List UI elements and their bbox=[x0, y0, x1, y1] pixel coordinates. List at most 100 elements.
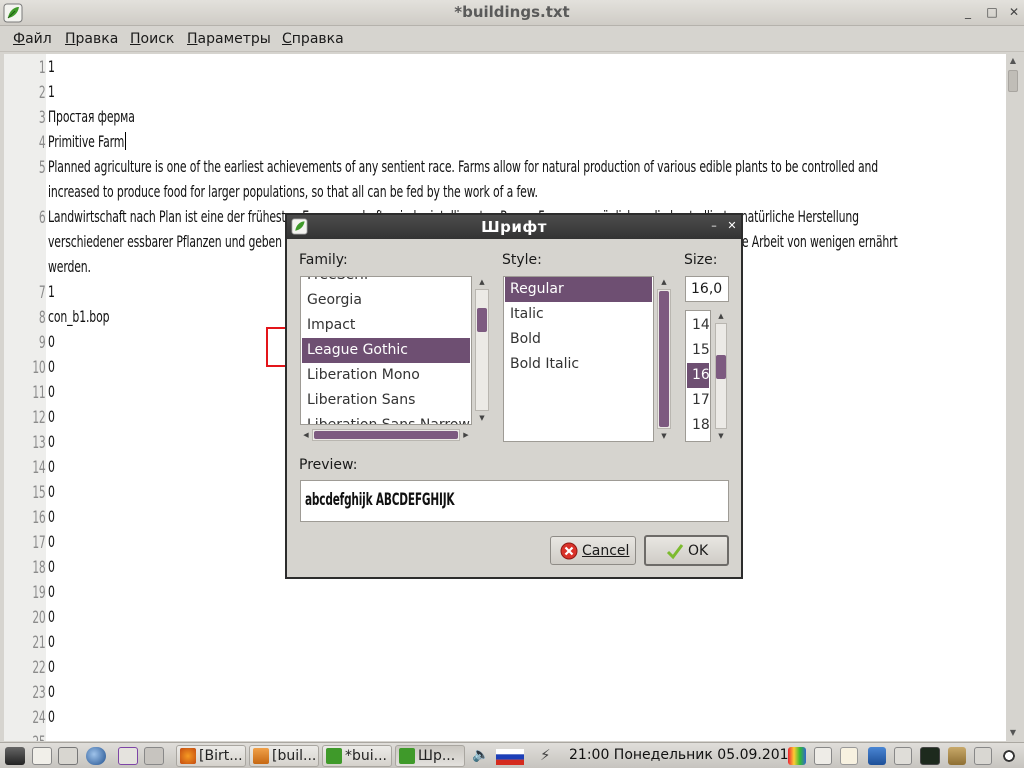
size-list[interactable]: 14 15 16 17 18 bbox=[685, 310, 711, 442]
window-list-icon[interactable] bbox=[58, 747, 78, 765]
text-line[interactable]: 0 bbox=[48, 332, 58, 351]
style-item[interactable]: Bold Italic bbox=[505, 352, 652, 377]
dialog-minimize-button[interactable]: – bbox=[707, 218, 721, 234]
tools-icon[interactable] bbox=[894, 747, 912, 765]
calculator-icon[interactable] bbox=[868, 747, 886, 765]
text-line[interactable]: 0 bbox=[48, 407, 58, 426]
file-manager-icon[interactable] bbox=[32, 747, 52, 765]
menu-edit[interactable]: Правка bbox=[65, 31, 118, 47]
globe-icon[interactable] bbox=[86, 747, 106, 765]
desktop-icon[interactable] bbox=[118, 747, 138, 765]
style-item-selected[interactable]: Regular bbox=[505, 277, 652, 302]
family-item[interactable]: Liberation Sans Narrow bbox=[302, 413, 470, 424]
menu-options[interactable]: Параметры bbox=[187, 31, 271, 47]
task-button-active[interactable]: Шр... bbox=[395, 745, 465, 767]
size-list-scrollbar[interactable]: ▲ ▼ bbox=[714, 310, 728, 442]
system-menu-icon[interactable] bbox=[5, 747, 25, 765]
style-list[interactable]: Regular Italic Bold Bold Italic bbox=[503, 276, 654, 442]
clock[interactable]: 21:00 Понедельник 05.09.2016 bbox=[569, 747, 797, 763]
scroll-down-arrow-icon[interactable]: ▼ bbox=[658, 430, 670, 442]
family-list-horizontal-scrollbar[interactable]: ◀ ▶ bbox=[300, 428, 472, 442]
scrollbar-thumb[interactable] bbox=[314, 431, 458, 439]
settings-icon[interactable] bbox=[974, 747, 992, 765]
scrollbar-thumb[interactable] bbox=[477, 308, 487, 332]
text-line[interactable]: Простая ферма bbox=[48, 107, 176, 126]
text-line[interactable]: Planned agriculture is one of the earlie… bbox=[48, 157, 1006, 176]
text-line[interactable]: 0 bbox=[48, 707, 58, 726]
text-line[interactable]: 0 bbox=[48, 507, 58, 526]
size-item[interactable]: 17 bbox=[687, 388, 710, 413]
archive-icon[interactable] bbox=[948, 747, 966, 765]
family-item-selected[interactable]: League Gothic bbox=[302, 338, 470, 363]
text-line[interactable]: 0 bbox=[48, 682, 58, 701]
text-line[interactable]: 0 bbox=[48, 482, 58, 501]
task-button[interactable]: [buil... bbox=[249, 745, 319, 767]
scroll-left-arrow-icon[interactable]: ◀ bbox=[300, 429, 312, 441]
ok-button[interactable]: OK bbox=[644, 535, 729, 566]
style-item[interactable]: Italic bbox=[505, 302, 652, 327]
text-line[interactable]: 1 bbox=[48, 282, 58, 301]
close-button[interactable]: ✕ bbox=[1006, 3, 1022, 21]
text-line[interactable]: 0 bbox=[48, 432, 58, 451]
maximize-button[interactable]: □ bbox=[984, 3, 1000, 21]
volume-icon[interactable]: 🔈 bbox=[472, 747, 489, 763]
text-line[interactable]: 0 bbox=[48, 457, 58, 476]
scroll-down-arrow-icon[interactable]: ▼ bbox=[476, 412, 488, 424]
network-icon[interactable]: ⚡ bbox=[540, 746, 551, 764]
scroll-down-arrow-icon[interactable]: ▼ bbox=[1006, 726, 1020, 740]
family-list-scrollbar[interactable]: ▲ ▼ bbox=[474, 276, 490, 425]
minimize-button[interactable]: _ bbox=[960, 3, 976, 21]
scroll-up-arrow-icon[interactable]: ▲ bbox=[715, 310, 727, 322]
text-line[interactable]: Primitive Farm bbox=[48, 132, 160, 151]
family-item[interactable]: Impact bbox=[302, 313, 470, 338]
scrollbar-thumb[interactable] bbox=[716, 355, 726, 379]
text-line[interactable]: 1 bbox=[48, 82, 58, 101]
size-entry[interactable]: 16,0 bbox=[685, 276, 729, 302]
style-list-scrollbar[interactable]: ▲ ▼ bbox=[656, 276, 672, 442]
scrollbar-thumb[interactable] bbox=[1008, 70, 1018, 92]
preview-box[interactable]: abcdefghijk ABCDEFGHIJK bbox=[300, 480, 729, 522]
menu-file[interactable]: Файл bbox=[13, 31, 52, 47]
notes-icon[interactable] bbox=[840, 747, 858, 765]
family-item[interactable]: Liberation Mono bbox=[302, 363, 470, 388]
text-line[interactable]: increased to produce food for larger pop… bbox=[48, 182, 768, 201]
size-item[interactable]: 15 bbox=[687, 338, 710, 363]
family-item[interactable]: FreeSerif bbox=[302, 277, 470, 288]
size-item-selected[interactable]: 16 bbox=[687, 363, 710, 388]
text-line[interactable]: con_b1.bop bbox=[48, 307, 138, 326]
size-item[interactable]: 14 bbox=[687, 313, 710, 338]
family-item[interactable]: Georgia bbox=[302, 288, 470, 313]
editor-vertical-scrollbar[interactable]: ▲ ▼ bbox=[1006, 54, 1020, 741]
text-line[interactable]: werden. bbox=[48, 257, 111, 276]
text-line[interactable]: 0 bbox=[48, 382, 58, 401]
task-button[interactable]: [Birt... bbox=[176, 745, 246, 767]
power-icon[interactable] bbox=[1000, 747, 1018, 765]
color-picker-icon[interactable] bbox=[788, 747, 806, 765]
scroll-down-arrow-icon[interactable]: ▼ bbox=[715, 430, 727, 442]
text-line[interactable]: 0 bbox=[48, 357, 58, 376]
text-line[interactable]: 0 bbox=[48, 607, 58, 626]
cancel-button[interactable]: Cancel bbox=[550, 536, 636, 565]
text-line[interactable]: 0 bbox=[48, 557, 58, 576]
family-list[interactable]: FreeSerif Georgia Impact League Gothic L… bbox=[300, 276, 472, 425]
scroll-up-arrow-icon[interactable]: ▲ bbox=[1006, 54, 1020, 68]
menu-search[interactable]: Поиск bbox=[130, 31, 174, 47]
scroll-right-arrow-icon[interactable]: ▶ bbox=[460, 429, 472, 441]
task-button[interactable]: *bui... bbox=[322, 745, 392, 767]
text-line[interactable]: 0 bbox=[48, 632, 58, 651]
text-line[interactable]: 0 bbox=[48, 657, 58, 676]
dialog-close-button[interactable]: ✕ bbox=[725, 218, 739, 234]
text-line[interactable]: 1 bbox=[48, 57, 58, 76]
system-monitor-icon[interactable] bbox=[920, 747, 940, 765]
style-item[interactable]: Bold bbox=[505, 327, 652, 352]
scroll-up-arrow-icon[interactable]: ▲ bbox=[476, 276, 488, 288]
language-flag-icon[interactable] bbox=[496, 749, 524, 765]
text-line[interactable]: 0 bbox=[48, 532, 58, 551]
scroll-up-arrow-icon[interactable]: ▲ bbox=[658, 276, 670, 288]
scrollbar-thumb[interactable] bbox=[659, 291, 669, 427]
menu-help[interactable]: Справка bbox=[282, 31, 344, 47]
size-item[interactable]: 18 bbox=[687, 413, 710, 438]
terminal-icon[interactable] bbox=[144, 747, 164, 765]
text-line[interactable]: 0 bbox=[48, 582, 58, 601]
document-icon[interactable] bbox=[814, 747, 832, 765]
